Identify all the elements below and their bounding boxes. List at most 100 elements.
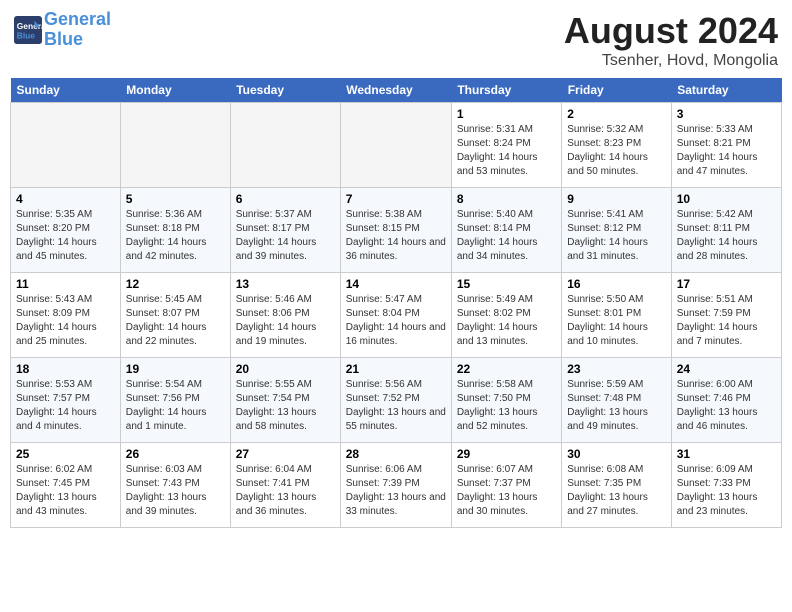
calendar-cell: 7Sunrise: 5:38 AMSunset: 8:15 PMDaylight… [340, 188, 451, 273]
calendar-cell: 25 Sunrise: 6:02 AMSunset: 7:45 PMDayligh… [11, 443, 121, 528]
calendar-cell: 21 Sunrise: 5:56 AMSunset: 7:52 PMDayligh… [340, 358, 451, 443]
logo: General Blue GeneralBlue [14, 10, 111, 50]
day-detail: Sunrise: 5:45 AMSunset: 8:07 PMDaylight:… [126, 293, 225, 349]
page-subtitle: Tsenher, Hovd, Mongolia [564, 52, 778, 70]
day-number: 11 [16, 277, 115, 291]
day-detail: Sunrise: 5:37 AMSunset: 8:17 PMDaylight:… [236, 208, 335, 264]
title-block: August 2024 Tsenher, Hovd, Mongolia [564, 10, 778, 70]
calendar-cell: 24Sunrise: 6:00 AMSunset: 7:46 PMDayligh… [671, 358, 781, 443]
day-detail: Sunrise: 5:36 AMSunset: 8:18 PMDaylight:… [126, 208, 225, 264]
calendar-cell: 9Sunrise: 5:41 AMSunset: 8:12 PMDaylight… [562, 188, 672, 273]
day-number: 19 [126, 362, 225, 376]
calendar-cell: 28Sunrise: 6:06 AMSunset: 7:39 PMDayligh… [340, 443, 451, 528]
calendar-cell: 2 Sunrise: 5:32 AMSunset: 8:23 PMDaylight… [562, 103, 672, 188]
day-detail: Sunrise: 5:56 AMSunset: 7:52 PMDaylight:… [346, 378, 446, 434]
calendar-cell: 19Sunrise: 5:54 AMSunset: 7:56 PMDayligh… [120, 358, 230, 443]
day-number: 13 [236, 277, 335, 291]
day-number: 26 [126, 447, 225, 461]
calendar-cell: 18 Sunrise: 5:53 AMSunset: 7:57 PMDayligh… [11, 358, 121, 443]
svg-text:Blue: Blue [17, 30, 35, 40]
day-detail: Sunrise: 5:32 AMSunset: 8:23 PMDaylight:… [567, 123, 666, 179]
week-row-1: 1 Sunrise: 5:31 AMSunset: 8:24 PMDaylight… [11, 103, 782, 188]
day-detail: Sunrise: 5:47 AMSunset: 8:04 PMDaylight:… [346, 293, 446, 349]
week-row-2: 4 Sunrise: 5:35 AMSunset: 8:20 PMDaylight… [11, 188, 782, 273]
day-detail: Sunrise: 6:09 AMSunset: 7:33 PMDaylight:… [677, 463, 776, 519]
calendar-cell: 22Sunrise: 5:58 AMSunset: 7:50 PMDayligh… [451, 358, 561, 443]
logo-text: GeneralBlue [44, 10, 111, 50]
calendar-cell: 16Sunrise: 5:50 AMSunset: 8:01 PMDayligh… [562, 273, 672, 358]
weekday-header-row: SundayMondayTuesdayWednesdayThursdayFrid… [11, 78, 782, 103]
week-row-4: 18 Sunrise: 5:53 AMSunset: 7:57 PMDayligh… [11, 358, 782, 443]
calendar-cell [120, 103, 230, 188]
day-number: 5 [126, 192, 225, 206]
day-detail: Sunrise: 6:00 AMSunset: 7:46 PMDaylight:… [677, 378, 776, 434]
weekday-header-friday: Friday [562, 78, 672, 103]
calendar-cell: 12 Sunrise: 5:45 AMSunset: 8:07 PMDayligh… [120, 273, 230, 358]
calendar-cell: 26 Sunrise: 6:03 AMSunset: 7:43 PMDayligh… [120, 443, 230, 528]
calendar-cell: 10Sunrise: 5:42 AMSunset: 8:11 PMDayligh… [671, 188, 781, 273]
page-title: August 2024 [564, 10, 778, 52]
logo-icon: General Blue [14, 16, 42, 44]
calendar-cell: 27 Sunrise: 6:04 AMSunset: 7:41 PMDayligh… [230, 443, 340, 528]
calendar-table: SundayMondayTuesdayWednesdayThursdayFrid… [10, 78, 782, 528]
day-detail: Sunrise: 5:46 AMSunset: 8:06 PMDaylight:… [236, 293, 335, 349]
week-row-5: 25 Sunrise: 6:02 AMSunset: 7:45 PMDayligh… [11, 443, 782, 528]
calendar-cell: 29 Sunrise: 6:07 AMSunset: 7:37 PMDayligh… [451, 443, 561, 528]
calendar-cell: 5 Sunrise: 5:36 AMSunset: 8:18 PMDaylight… [120, 188, 230, 273]
day-number: 17 [677, 277, 776, 291]
day-detail: Sunrise: 5:49 AMSunset: 8:02 PMDaylight:… [457, 293, 556, 349]
day-detail: Sunrise: 6:06 AMSunset: 7:39 PMDaylight:… [346, 463, 446, 519]
day-detail: Sunrise: 5:53 AMSunset: 7:57 PMDaylight:… [16, 378, 115, 434]
day-detail: Sunrise: 6:03 AMSunset: 7:43 PMDaylight:… [126, 463, 225, 519]
day-detail: Sunrise: 5:41 AMSunset: 8:12 PMDaylight:… [567, 208, 666, 264]
calendar-cell: 31 Sunrise: 6:09 AMSunset: 7:33 PMDayligh… [671, 443, 781, 528]
calendar-cell: 1 Sunrise: 5:31 AMSunset: 8:24 PMDaylight… [451, 103, 561, 188]
weekday-header-monday: Monday [120, 78, 230, 103]
calendar-cell [11, 103, 121, 188]
day-number: 18 [16, 362, 115, 376]
day-number: 21 [346, 362, 446, 376]
weekday-header-tuesday: Tuesday [230, 78, 340, 103]
calendar-cell: 23Sunrise: 5:59 AMSunset: 7:48 PMDayligh… [562, 358, 672, 443]
weekday-header-sunday: Sunday [11, 78, 121, 103]
calendar-cell [230, 103, 340, 188]
calendar-cell: 17 Sunrise: 5:51 AMSunset: 7:59 PMDayligh… [671, 273, 781, 358]
day-number: 12 [126, 277, 225, 291]
calendar-cell: 20Sunrise: 5:55 AMSunset: 7:54 PMDayligh… [230, 358, 340, 443]
day-number: 16 [567, 277, 666, 291]
weekday-header-saturday: Saturday [671, 78, 781, 103]
day-detail: Sunrise: 5:51 AMSunset: 7:59 PMDaylight:… [677, 293, 776, 349]
day-number: 1 [457, 107, 556, 121]
day-number: 6 [236, 192, 335, 206]
day-detail: Sunrise: 6:07 AMSunset: 7:37 PMDaylight:… [457, 463, 556, 519]
calendar-cell: 6 Sunrise: 5:37 AMSunset: 8:17 PMDaylight… [230, 188, 340, 273]
day-detail: Sunrise: 6:04 AMSunset: 7:41 PMDaylight:… [236, 463, 335, 519]
weekday-header-thursday: Thursday [451, 78, 561, 103]
calendar-cell [340, 103, 451, 188]
day-number: 8 [457, 192, 556, 206]
day-detail: Sunrise: 5:31 AMSunset: 8:24 PMDaylight:… [457, 123, 556, 179]
day-number: 23 [567, 362, 666, 376]
day-number: 4 [16, 192, 115, 206]
calendar-cell: 8 Sunrise: 5:40 AMSunset: 8:14 PMDaylight… [451, 188, 561, 273]
day-number: 2 [567, 107, 666, 121]
day-number: 22 [457, 362, 556, 376]
day-number: 25 [16, 447, 115, 461]
page-header: General Blue GeneralBlue August 2024 Tse… [10, 10, 782, 70]
week-row-3: 11 Sunrise: 5:43 AMSunset: 8:09 PMDayligh… [11, 273, 782, 358]
calendar-cell: 11 Sunrise: 5:43 AMSunset: 8:09 PMDayligh… [11, 273, 121, 358]
day-number: 31 [677, 447, 776, 461]
day-detail: Sunrise: 5:43 AMSunset: 8:09 PMDaylight:… [16, 293, 115, 349]
day-detail: Sunrise: 5:55 AMSunset: 7:54 PMDaylight:… [236, 378, 335, 434]
day-detail: Sunrise: 5:40 AMSunset: 8:14 PMDaylight:… [457, 208, 556, 264]
calendar-cell: 15Sunrise: 5:49 AMSunset: 8:02 PMDayligh… [451, 273, 561, 358]
day-detail: Sunrise: 6:02 AMSunset: 7:45 PMDaylight:… [16, 463, 115, 519]
day-number: 14 [346, 277, 446, 291]
day-detail: Sunrise: 5:35 AMSunset: 8:20 PMDaylight:… [16, 208, 115, 264]
day-number: 10 [677, 192, 776, 206]
day-number: 29 [457, 447, 556, 461]
day-detail: Sunrise: 5:38 AMSunset: 8:15 PMDaylight:… [346, 208, 446, 264]
calendar-cell: 3Sunrise: 5:33 AMSunset: 8:21 PMDaylight… [671, 103, 781, 188]
day-number: 27 [236, 447, 335, 461]
calendar-cell: 13 Sunrise: 5:46 AMSunset: 8:06 PMDayligh… [230, 273, 340, 358]
